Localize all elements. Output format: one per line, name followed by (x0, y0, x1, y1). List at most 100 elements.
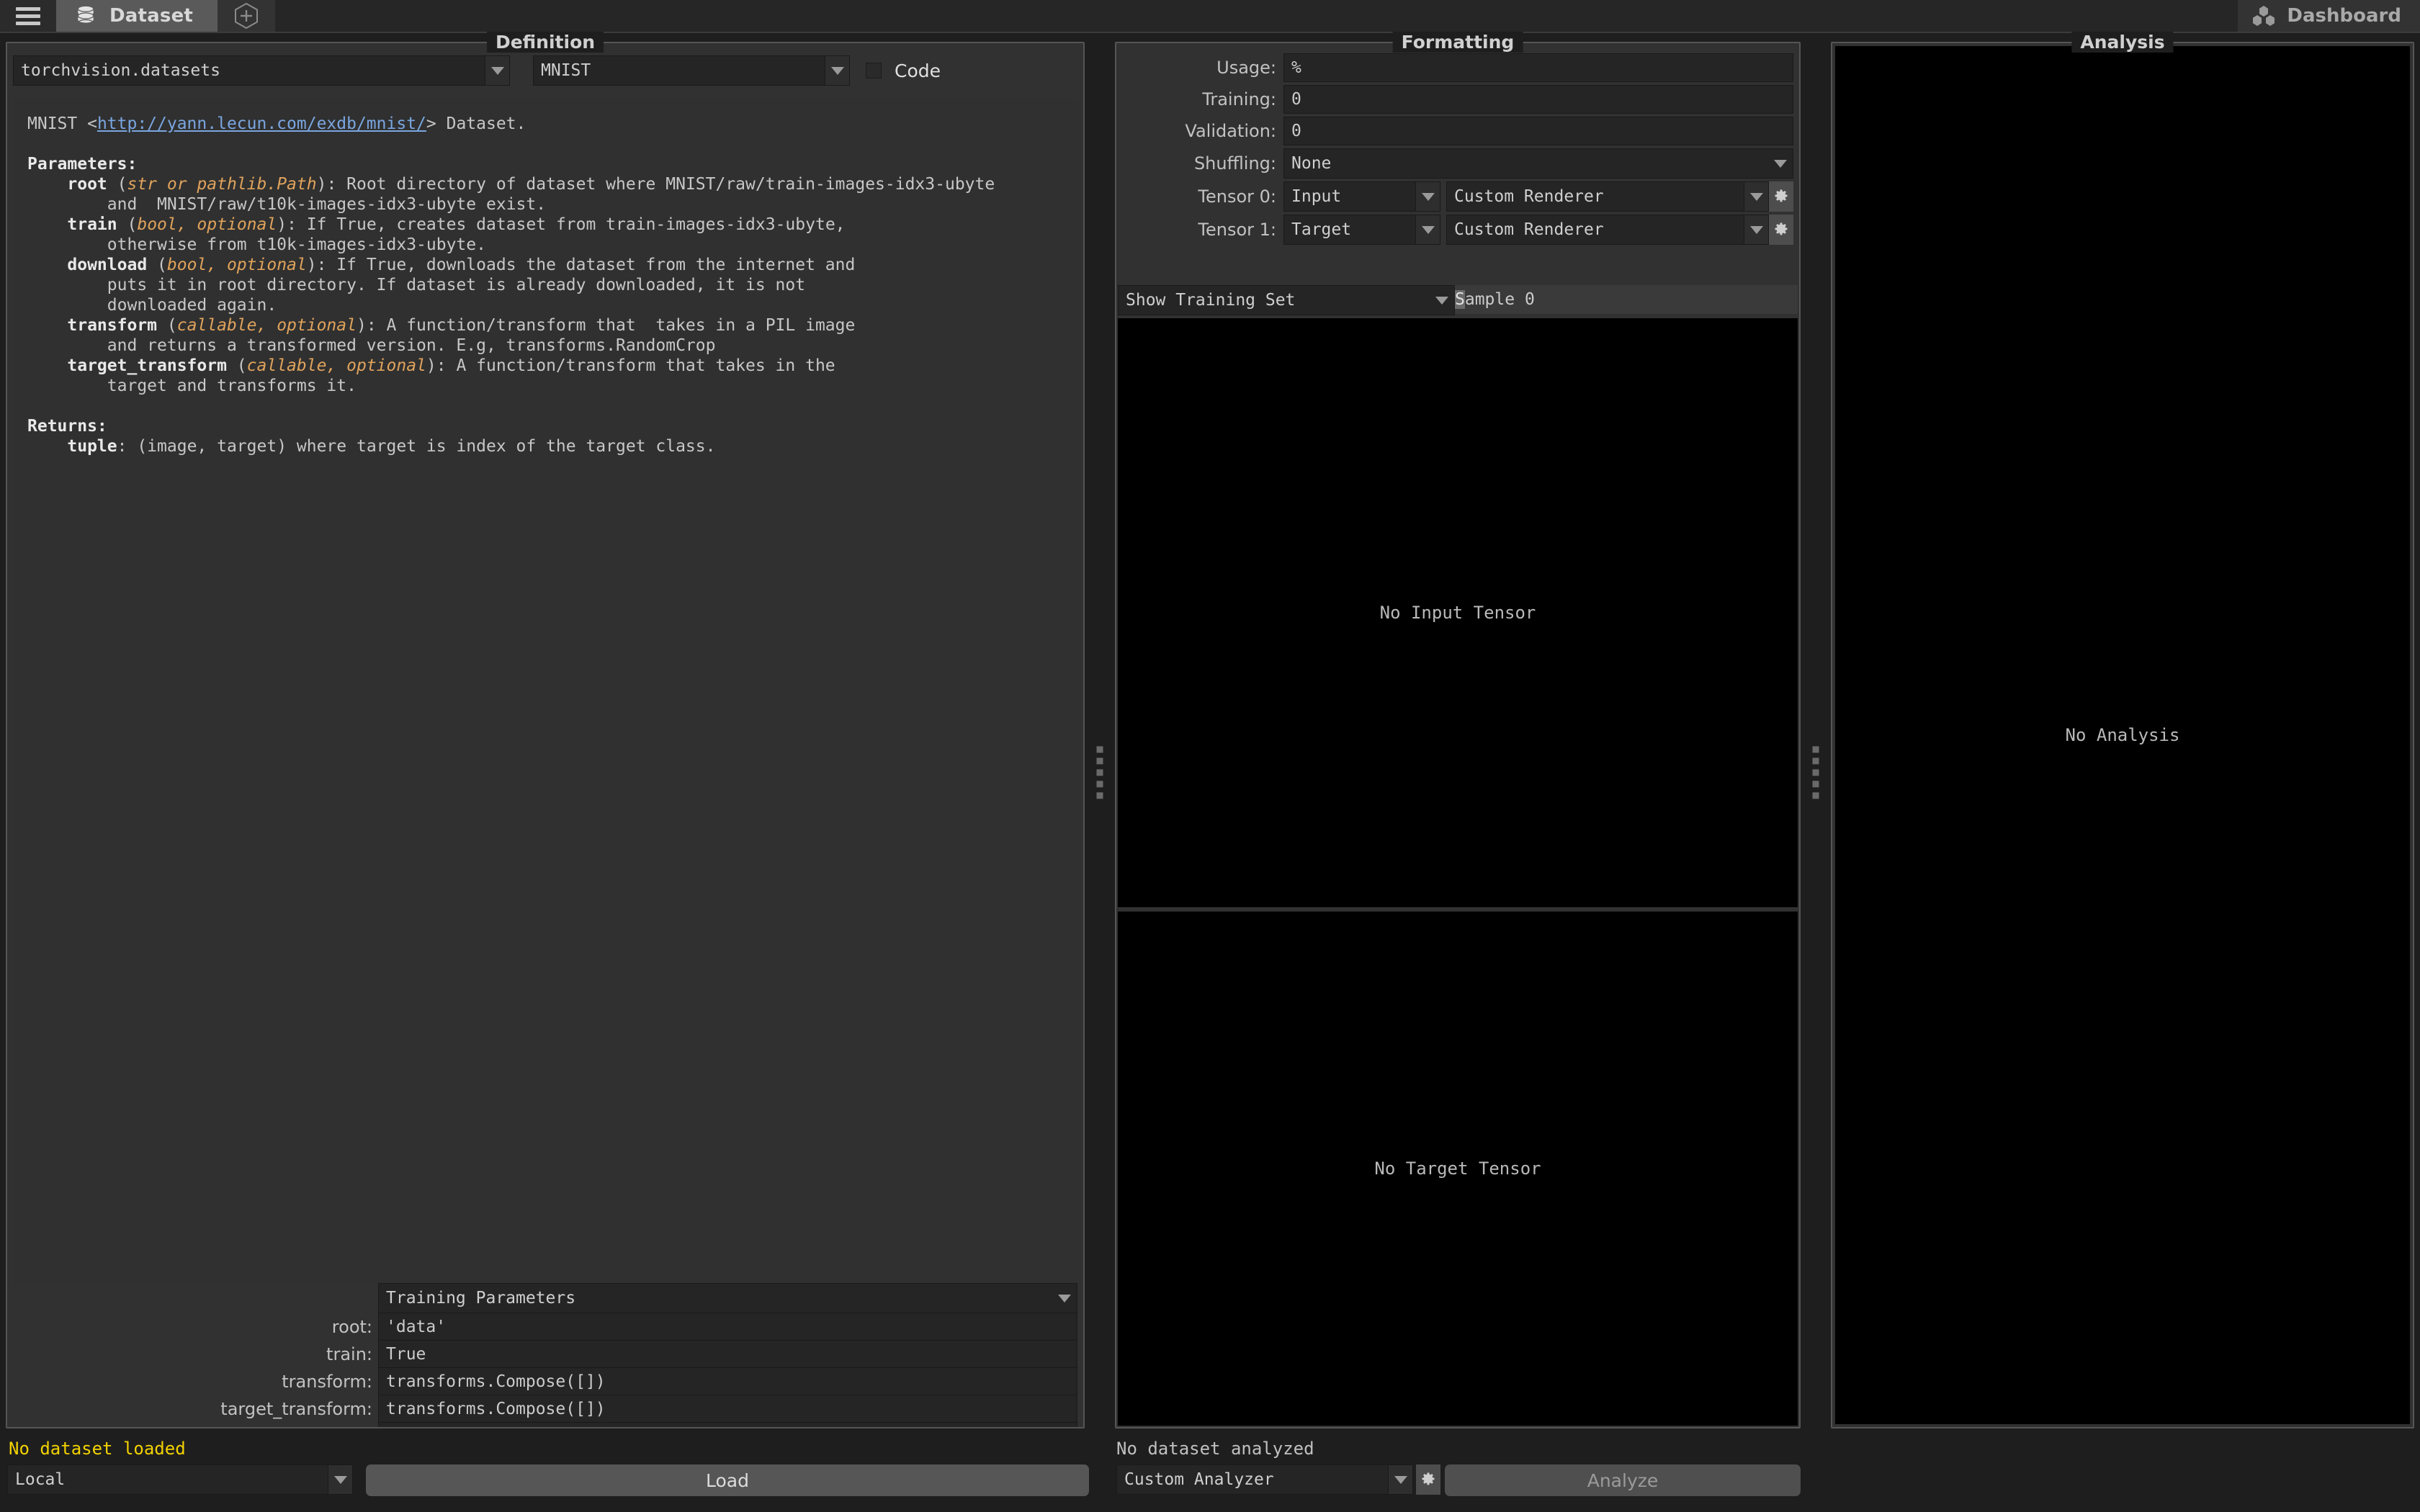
tensor-0-renderer-dropdown[interactable]: Custom Renderer (1446, 181, 1769, 212)
code-label: Code (895, 60, 941, 81)
tensor-0-role: Input (1291, 187, 1342, 206)
param-row-root: root: 'data' (14, 1313, 1077, 1341)
hexagon-plus-icon (235, 2, 259, 30)
training-parameters-label: Training Parameters (386, 1289, 576, 1308)
row-tensor-0: Tensor 0: Input Custom Renderer (1124, 181, 1793, 212)
formatting-body: Usage: % Training: 0 Validation: 0 Shuff… (1116, 43, 1799, 1427)
definition-footer: No dataset loaded Local Load (0, 1433, 1095, 1512)
tensor-1-settings-button[interactable] (1769, 215, 1793, 245)
param-input-target-transform[interactable]: transforms.Compose([]) (378, 1395, 1077, 1423)
top-bar: Dataset Dashboard (0, 0, 2420, 33)
param-name-4: target_transform (67, 356, 227, 375)
tab-dataset-label: Dataset (109, 5, 194, 27)
label-training: Training: (1202, 89, 1276, 109)
param-line-4-1: target and transforms it. (27, 377, 357, 395)
param-input-root[interactable]: 'data' (378, 1313, 1077, 1341)
formatting-rows: Usage: % Training: 0 Validation: 0 Shuff… (1124, 53, 1793, 248)
docstring-area[interactable]: MNIST <http://yann.lecun.com/exdb/mnist/… (14, 98, 1079, 1283)
source-dropdown[interactable]: Local (7, 1464, 353, 1495)
chevron-down-icon (485, 56, 509, 85)
code-checkbox[interactable] (866, 63, 882, 78)
database-icon (77, 5, 94, 27)
label-usage: Usage: (1216, 58, 1276, 78)
docstring-text: MNIST <http://yann.lecun.com/exdb/mnist/… (27, 114, 995, 456)
splitter-grip (1812, 746, 1819, 799)
training-parameters-dropdown[interactable]: Training Parameters (378, 1283, 1077, 1313)
param-line-3-0: ): A function/transform that takes in a … (356, 316, 856, 335)
topbar-spacer (275, 0, 2238, 32)
param-label-target-transform: target_transform: (220, 1399, 372, 1419)
doc-header-post: > Dataset. (426, 114, 526, 133)
input-tensor-placeholder: No Input Tensor (1379, 603, 1536, 623)
tensor-1-renderer: Custom Renderer (1454, 220, 1604, 239)
param-input-train[interactable]: True (378, 1340, 1077, 1369)
class-value: MNIST (541, 61, 591, 80)
splitter-definition-formatting[interactable] (1092, 33, 1108, 1512)
menu-button[interactable] (0, 0, 56, 32)
analysis-viewport[interactable]: No Analysis (1835, 46, 2410, 1424)
show-set-value: Show Training Set (1126, 291, 1296, 310)
analyze-button-label: Analyze (1587, 1470, 1659, 1491)
definition-selector-row: torchvision.datasets MNIST Code (13, 55, 1077, 86)
sample-rest: ample 0 (1464, 290, 1535, 309)
gear-icon (1775, 189, 1788, 202)
load-button[interactable]: Load (366, 1464, 1089, 1496)
tensor-0-settings-button[interactable] (1769, 181, 1793, 212)
shuffling-value: None (1291, 154, 1332, 173)
param-row-download: download: True (14, 1422, 1077, 1427)
row-training: Training: 0 (1124, 85, 1793, 114)
show-set-dropdown[interactable]: Show Training Set (1118, 285, 1455, 315)
param-input-download[interactable]: True (378, 1422, 1077, 1427)
tensor-0-role-dropdown[interactable]: Input (1283, 181, 1440, 212)
splitter-formatting-analysis[interactable] (1808, 33, 1824, 1512)
param-label-download: download: (14, 1426, 378, 1427)
row-tensor-1: Tensor 1: Target Custom Renderer (1124, 215, 1793, 245)
chevron-down-icon (1744, 182, 1768, 211)
doc-header-pre: MNIST < (27, 114, 97, 133)
target-tensor-viewport[interactable]: No Target Tensor (1118, 912, 1798, 1426)
analyzer-settings-button[interactable] (1416, 1464, 1440, 1495)
analyzer-value: Custom Analyzer (1124, 1470, 1274, 1489)
mnist-link[interactable]: http://yann.lecun.com/exdb/mnist/ (97, 114, 426, 133)
dashboard-label: Dashboard (2287, 5, 2401, 27)
module-dropdown[interactable]: torchvision.datasets (13, 55, 510, 86)
input-tensor-viewport[interactable]: No Input Tensor (1118, 318, 1798, 907)
param-label-transform: transform: (282, 1372, 372, 1392)
hamburger-icon (16, 4, 40, 29)
tp-spacer (14, 1283, 378, 1312)
param-input-transform[interactable]: transforms.Compose([]) (378, 1367, 1077, 1396)
tensor-1-role: Target (1291, 220, 1352, 239)
chevron-down-icon (1768, 149, 1793, 178)
row-shuffling: Shuffling: None (1124, 148, 1793, 179)
sample-input[interactable]: Sample 0 (1455, 285, 1798, 314)
param-line-2-1: puts it in root directory. If dataset is… (27, 276, 806, 294)
tab-dataset[interactable]: Dataset (56, 0, 218, 32)
nodes-icon (2253, 6, 2275, 26)
param-label-train: train: (326, 1344, 372, 1364)
param-label-root: root: (331, 1317, 372, 1337)
analyzer-dropdown[interactable]: Custom Analyzer (1116, 1464, 1413, 1495)
chevron-down-icon (328, 1465, 352, 1494)
param-row-transform: transform: transforms.Compose([]) (14, 1367, 1077, 1396)
target-tensor-placeholder: No Target Tensor (1374, 1158, 1541, 1179)
chevron-down-icon (1430, 286, 1454, 315)
tensor-1-renderer-dropdown[interactable]: Custom Renderer (1446, 215, 1769, 245)
param-line-1-0: ): If True, creates dataset from train-i… (277, 215, 846, 234)
chevron-down-icon (1744, 215, 1768, 244)
analyze-button[interactable]: Analyze (1445, 1464, 1801, 1496)
input-usage[interactable]: % (1283, 53, 1793, 82)
input-validation[interactable]: 0 (1283, 117, 1793, 145)
param-line-4-0: ): A function/transform that takes in th… (426, 356, 835, 375)
input-training[interactable]: 0 (1283, 85, 1793, 114)
tensor-1-role-dropdown[interactable]: Target (1283, 215, 1440, 245)
class-dropdown[interactable]: MNIST (533, 55, 850, 86)
shuffling-dropdown[interactable]: None (1283, 148, 1793, 179)
source-value: Local (15, 1470, 66, 1489)
gear-icon (1775, 222, 1788, 235)
add-tab-button[interactable] (218, 0, 276, 32)
sample-selector-row: Show Training Set Sample 0 (1118, 285, 1798, 315)
param-line-0-1: and MNIST/raw/t10k-images-idx3-ubyte exi… (27, 195, 547, 214)
chevron-down-icon (825, 56, 849, 85)
training-parameters: Training Parameters root: 'data' train: … (14, 1283, 1077, 1427)
dashboard-button[interactable]: Dashboard (2238, 0, 2420, 32)
